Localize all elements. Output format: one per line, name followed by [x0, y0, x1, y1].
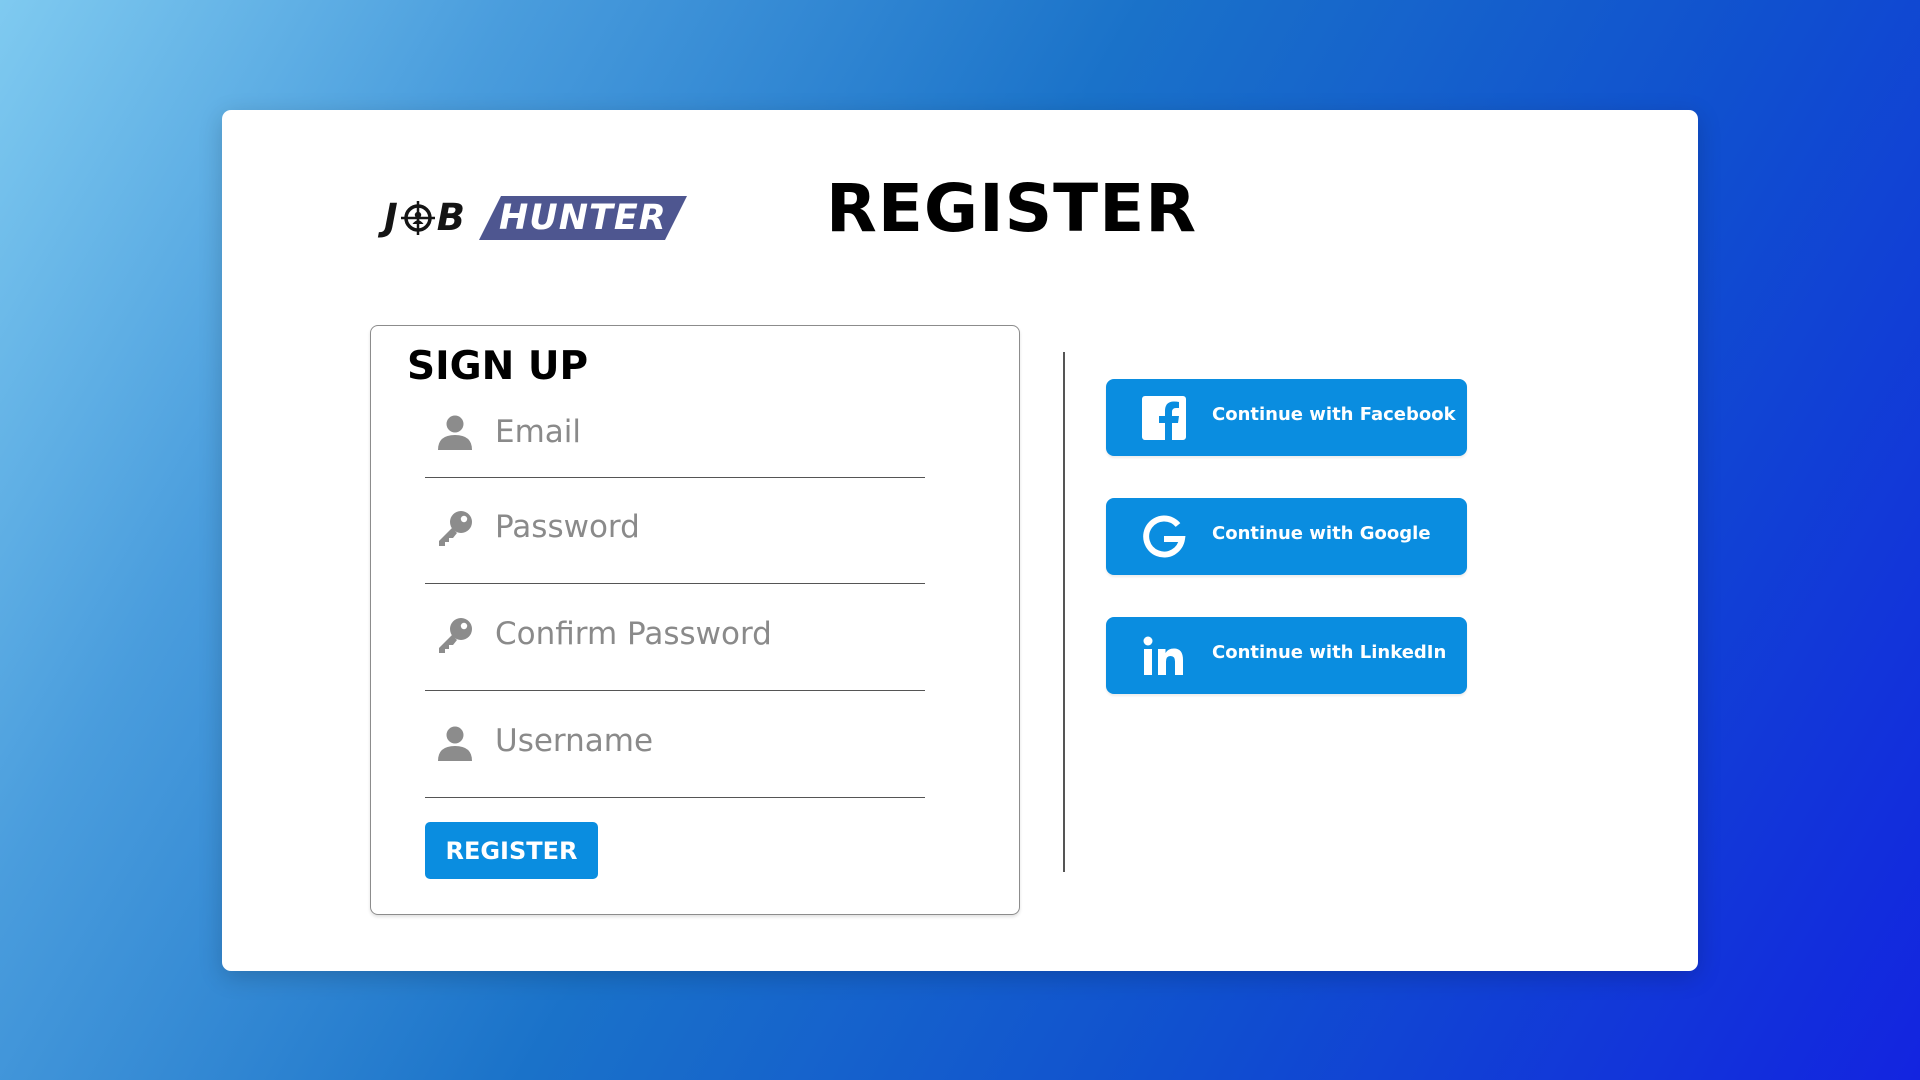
register-card: J B HUNTER REGISTER SIGN UP Email Passwo… — [222, 110, 1698, 971]
facebook-login-button[interactable]: Continue with Facebook — [1106, 379, 1467, 456]
email-input[interactable] — [495, 414, 915, 450]
linkedin-login-button[interactable]: Continue with LinkedIn — [1106, 617, 1467, 694]
user-icon — [438, 415, 472, 450]
confirm-password-input[interactable] — [495, 615, 915, 653]
password-field — [425, 478, 925, 584]
job-hunter-logo: J B HUNTER — [384, 188, 694, 244]
logo-hunter-text: HUNTER — [499, 198, 667, 238]
google-button-label: Continue with Google — [1212, 523, 1431, 544]
linkedin-button-label: Continue with LinkedIn — [1212, 642, 1447, 663]
password-input[interactable] — [495, 508, 915, 546]
username-field — [425, 691, 925, 798]
username-input[interactable] — [495, 722, 915, 760]
signup-form: SIGN UP Email Password Confirm Password … — [370, 325, 1020, 915]
google-login-button[interactable]: Continue with Google — [1106, 498, 1467, 575]
page-title: REGISTER — [826, 170, 1198, 247]
linkedin-icon — [1143, 636, 1183, 675]
google-icon — [1143, 515, 1186, 558]
register-button[interactable]: REGISTER — [425, 822, 598, 879]
vertical-divider — [1063, 352, 1065, 872]
email-field — [425, 408, 925, 478]
form-title: SIGN UP — [407, 344, 589, 389]
crosshair-icon — [400, 200, 435, 235]
facebook-button-label: Continue with Facebook — [1212, 404, 1456, 425]
logo-job-text: J B — [384, 196, 466, 239]
key-icon — [439, 618, 472, 653]
confirm-password-field — [425, 584, 925, 691]
facebook-icon — [1142, 396, 1186, 440]
user-icon — [438, 726, 472, 761]
key-icon — [439, 511, 472, 546]
